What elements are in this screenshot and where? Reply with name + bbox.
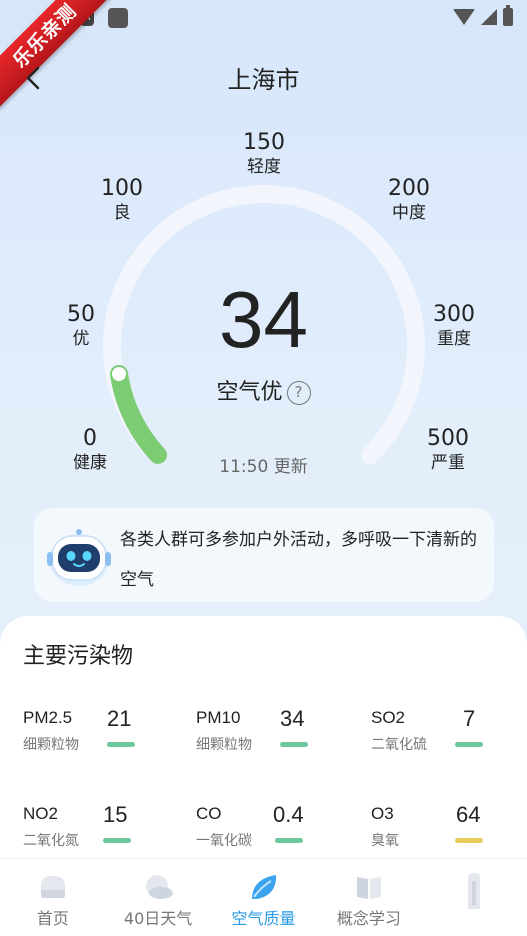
nav-label: 40日天气 <box>123 909 193 928</box>
pollutant-bar <box>455 742 483 747</box>
pollutant-name: SO2 <box>371 708 406 727</box>
scale-label-100: 100 良 <box>101 176 143 223</box>
help-icon[interactable]: ? <box>286 381 311 405</box>
pollutant-subtitle: 二氧化硫 <box>371 737 427 753</box>
cloud-icon <box>146 875 174 899</box>
leaf-icon <box>251 875 276 899</box>
advice-card: 各类人群可多参加户外活动，多呼吸一下清新的空气 <box>34 508 494 602</box>
pollutant-bar <box>275 838 303 843</box>
battery-icon <box>503 5 513 26</box>
nav-label: 概念学习 <box>336 909 401 928</box>
pollutant-subtitle: 一氧化碳 <box>196 833 252 849</box>
robot-mascot-icon <box>47 529 111 586</box>
pollutant-co[interactable]: CO 一氧化碳 0.4 <box>196 802 356 864</box>
wifi-icon <box>453 9 475 25</box>
scale-label-200: 200 中度 <box>388 176 430 223</box>
pollutant-so2[interactable]: SO2 二氧化硫 7 <box>371 706 527 768</box>
pollutant-subtitle: 二氧化氮 <box>23 833 79 849</box>
pollutant-name: CO <box>196 804 222 823</box>
scale-label-150: 150 轻度 <box>243 130 285 177</box>
page-title: 上海市 <box>227 66 300 94</box>
pollutant-value: 0.4 <box>273 802 304 827</box>
pollutant-pm25[interactable]: PM2.5 细颗粒物 21 <box>23 706 183 768</box>
pollutant-bar <box>455 838 483 843</box>
advice-text: 各类人群可多参加户外活动，多呼吸一下清新的空气 <box>120 530 477 590</box>
home-icon <box>40 876 65 898</box>
pollutant-value: 64 <box>456 802 481 827</box>
pollutant-name: PM2.5 <box>23 708 73 727</box>
building-icon <box>468 873 481 909</box>
pollutant-subtitle: 细颗粒物 <box>196 737 252 753</box>
bottom-nav: 首页 40日天气 空气质量 概念学习 <box>0 858 527 936</box>
cellular-signal-icon <box>481 9 497 25</box>
pollutant-pm10[interactable]: PM10 细颗粒物 34 <box>196 706 356 768</box>
pollutant-value: 7 <box>463 706 476 731</box>
pollutant-name: O3 <box>371 804 394 823</box>
pollutant-subtitle: 臭氧 <box>371 833 399 849</box>
aqi-level: 空气优? <box>0 374 527 406</box>
pollutant-value: 21 <box>107 706 132 731</box>
update-time: 11:50 更新 <box>219 457 308 477</box>
pollutant-bar <box>103 838 131 843</box>
nav-item-concept-learning[interactable]: 概念学习 <box>316 859 421 936</box>
pollutant-value: 34 <box>280 706 305 731</box>
pollutant-bar <box>280 742 308 747</box>
app-notification-icon <box>108 8 128 28</box>
aqi-value: 34 <box>219 275 308 364</box>
book-icon <box>356 877 381 899</box>
nav-item-air-quality[interactable]: 空气质量 <box>211 859 316 936</box>
nav-label: 首页 <box>36 909 69 928</box>
pollutant-subtitle: 细颗粒物 <box>23 737 79 753</box>
pollutant-o3[interactable]: O3 臭氧 64 <box>371 802 527 864</box>
nav-label: 空气质量 <box>231 909 296 928</box>
pollutants-title: 主要污染物 <box>23 644 134 669</box>
aqi-level-text: 空气优 <box>216 380 283 405</box>
pollutant-no2[interactable]: NO2 二氧化氮 15 <box>23 802 183 864</box>
pollutant-name: PM10 <box>196 708 241 727</box>
nav-item-home[interactable]: 首页 <box>0 859 105 936</box>
pollutant-value: 15 <box>103 802 128 827</box>
nav-item-40day-weather[interactable]: 40日天气 <box>105 859 210 936</box>
pollutant-name: NO2 <box>23 804 58 823</box>
pollutant-bar <box>107 742 135 747</box>
nav-item-more[interactable] <box>422 859 527 936</box>
